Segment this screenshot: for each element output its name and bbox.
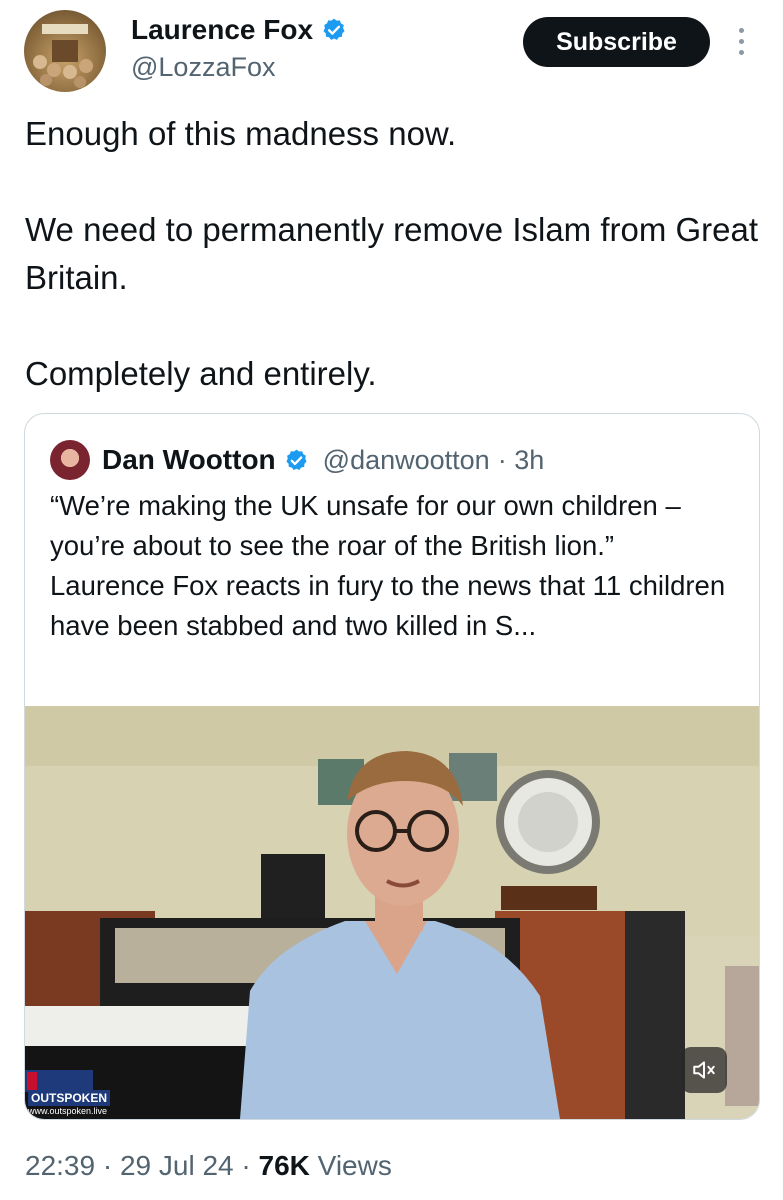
author-handle[interactable]: @LozzaFox <box>131 52 275 83</box>
tweet-line: Enough of this madness now. <box>25 115 457 152</box>
meta-separator: · <box>241 1150 251 1181</box>
quoted-quote: “We’re making the UK unsafe for our own … <box>50 490 681 561</box>
tweet-time[interactable]: 22:39 <box>25 1150 95 1181</box>
tweet-meta: 22:39 · 29 Jul 24 · 76K Views <box>25 1150 392 1182</box>
quoted-avatar[interactable] <box>50 440 90 480</box>
video-watermark-url: www.outspoken.live <box>28 1106 108 1116</box>
quoted-tweet-card[interactable]: Dan Wootton @danwootton · 3h “We’re maki… <box>24 413 760 1120</box>
views-count[interactable]: 76K <box>259 1150 310 1181</box>
quoted-display-name[interactable]: Dan Wootton <box>102 444 276 476</box>
video-player[interactable]: OUTSPOKEN www.outspoken.live <box>25 706 759 1119</box>
quoted-handle[interactable]: @danwootton <box>323 445 490 476</box>
mute-button[interactable] <box>681 1047 727 1093</box>
tweet-line: We need to permanently remove Islam from… <box>25 211 759 296</box>
tweet-text: Enough of this madness now. We need to p… <box>25 110 765 398</box>
author-display-name[interactable]: Laurence Fox <box>131 14 313 46</box>
subscribe-button[interactable]: Subscribe <box>523 17 710 67</box>
tweet-line: Completely and entirely. <box>25 355 377 392</box>
verified-badge-icon <box>284 448 309 473</box>
video-frame <box>25 706 759 1119</box>
verified-badge-icon <box>321 17 347 43</box>
quoted-time: · 3h <box>497 444 545 475</box>
quoted-text: “We’re making the UK unsafe for our own … <box>50 486 740 646</box>
views-label: Views <box>317 1150 392 1181</box>
video-watermark-brand: OUTSPOKEN <box>28 1090 111 1106</box>
more-options-icon[interactable] <box>734 28 748 60</box>
author-avatar[interactable] <box>24 10 106 92</box>
meta-separator: · <box>102 1150 113 1181</box>
quoted-body: Laurence Fox reacts in fury to the news … <box>50 570 726 641</box>
speaker-muted-icon <box>693 1061 715 1079</box>
tweet-date[interactable]: 29 Jul 24 <box>120 1150 234 1181</box>
